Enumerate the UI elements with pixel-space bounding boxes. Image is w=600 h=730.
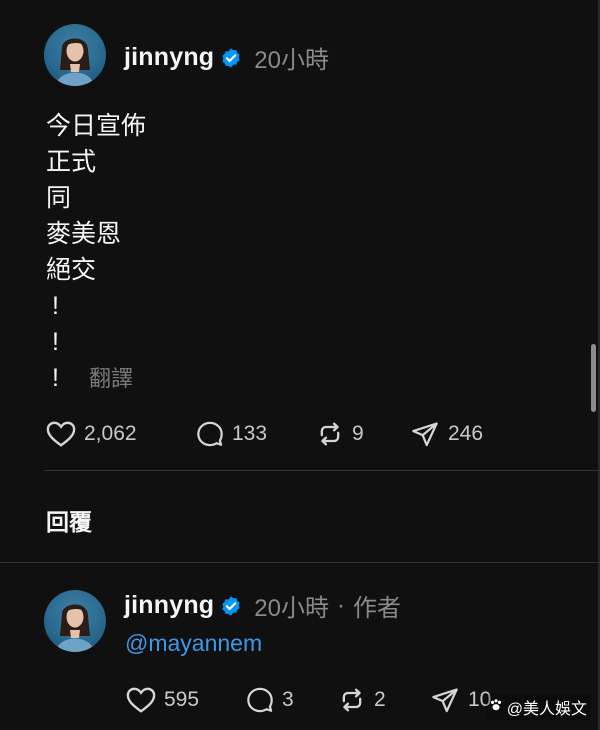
replies-divider (0, 562, 600, 563)
post-header: jinnyng 20小時 (124, 40, 329, 75)
reply-header: jinnyng 20小時 · 作者 (124, 588, 401, 623)
comment-button[interactable]: 133 (196, 420, 316, 448)
post-line: ! (52, 328, 59, 356)
post-author-avatar[interactable] (44, 24, 106, 86)
reply-username[interactable]: jinnyng (124, 591, 214, 620)
watermark: @美人娛文 (485, 694, 590, 720)
post-line: 絕交 (46, 256, 97, 284)
like-count: 595 (164, 688, 200, 711)
post-line: ! (52, 364, 59, 392)
heart-icon (126, 686, 156, 714)
share-send-icon (430, 686, 460, 714)
repost-icon (338, 686, 366, 714)
share-button[interactable]: 10 (430, 686, 491, 714)
post-timestamp: 20小時 (254, 47, 329, 74)
comment-bubble-icon (246, 686, 274, 714)
like-button[interactable]: 2,062 (46, 420, 196, 448)
share-send-icon (410, 420, 440, 448)
paw-icon (489, 698, 503, 717)
like-count: 2,062 (84, 422, 137, 445)
share-button[interactable]: 246 (410, 420, 483, 448)
repost-count: 2 (374, 688, 386, 711)
replies-heading: 回覆 (46, 509, 92, 535)
verified-badge-icon (220, 47, 242, 69)
scrollbar-thumb[interactable] (591, 344, 596, 412)
post-action-bar: 2,062 133 9 246 (46, 420, 483, 448)
watermark-text: @美人娛文 (506, 701, 587, 718)
repost-button[interactable]: 9 (316, 420, 410, 448)
comment-count: 3 (282, 688, 294, 711)
post-line: 麥美恩 (46, 220, 122, 248)
post-divider (44, 470, 600, 471)
comment-bubble-icon (196, 420, 224, 448)
post-line-last: ! 翻譯 (46, 360, 146, 396)
mention-link[interactable]: @mayannem (125, 630, 262, 657)
repost-button[interactable]: 2 (338, 686, 430, 714)
repost-count: 9 (352, 422, 364, 445)
post-line: 同 (46, 184, 72, 212)
heart-icon (46, 420, 76, 448)
repost-icon (316, 420, 344, 448)
like-button[interactable]: 595 (126, 686, 246, 714)
post-username[interactable]: jinnyng (124, 43, 214, 72)
comment-count: 133 (232, 422, 268, 445)
translate-link[interactable]: 翻譯 (89, 366, 133, 391)
post-body: 今日宣佈 正式 同 麥美恩 絕交 ! ! ! 翻譯 (46, 108, 146, 396)
author-tag: 作者 (352, 595, 401, 622)
meta-separator: · (336, 591, 345, 619)
comment-button[interactable]: 3 (246, 686, 338, 714)
post-line: 今日宣佈 (46, 112, 147, 140)
reply-timestamp: 20小時 (254, 595, 329, 622)
verified-badge-icon (220, 595, 242, 617)
share-count: 246 (448, 422, 484, 445)
post-line: 正式 (46, 148, 97, 176)
reply-author-avatar[interactable] (44, 590, 106, 652)
reply-action-bar: 595 3 2 10 (126, 686, 491, 714)
post-line: ! (52, 292, 59, 320)
